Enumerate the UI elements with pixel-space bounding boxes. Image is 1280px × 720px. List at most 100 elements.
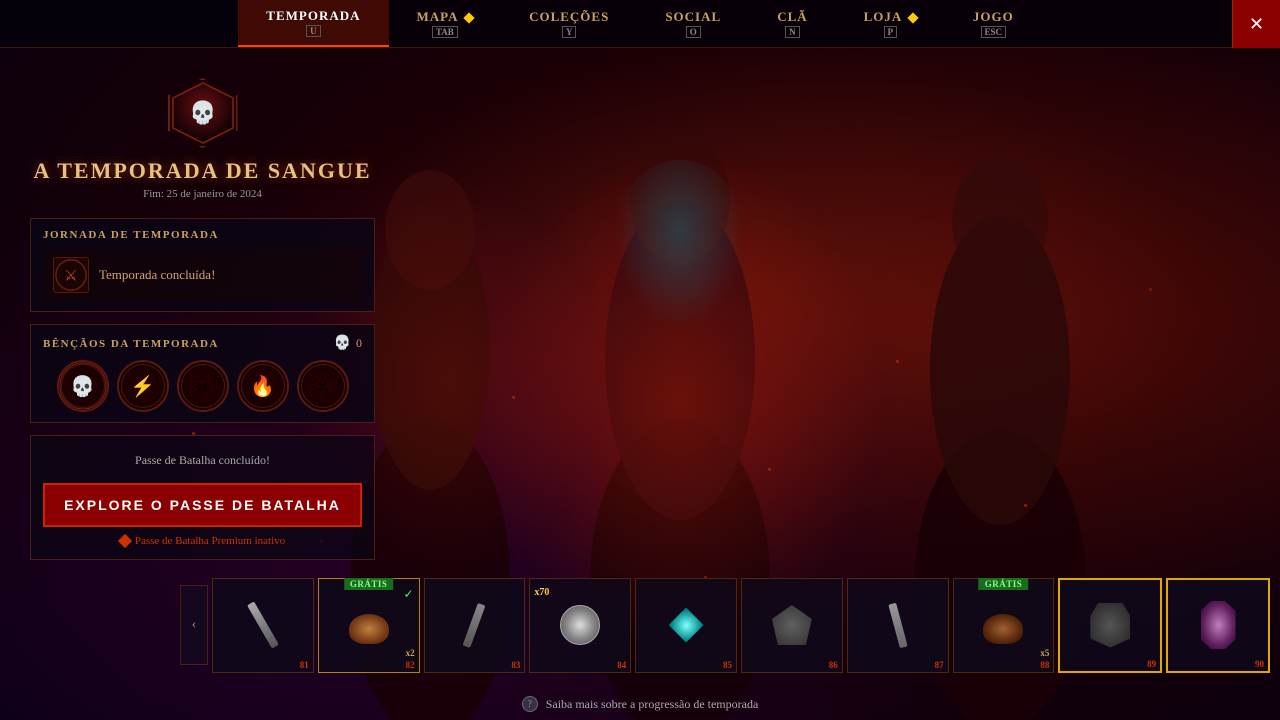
reward-multiplier-84: x70 [534,587,549,598]
nav-colecoes[interactable]: COLEÇÕES Y [501,0,637,47]
info-text: Saiba mais sobre a progressão de tempora… [546,697,759,712]
nav-loja-key: P [884,26,898,38]
reward-item-90[interactable]: 90 [1166,578,1270,673]
nav-mapa[interactable]: MAPA TAB [389,0,502,47]
blessing-item-4[interactable]: 🔥 [237,360,289,412]
reward-num-84: 84 [617,660,626,670]
info-bar: ? Saiba mais sobre a progressão de tempo… [0,696,1280,712]
nav-jogo-key: ESC [981,26,1007,38]
pile-icon [349,614,389,644]
reward-image-89 [1083,598,1138,653]
season-header: 💀 A TEMPORADA DE SANGUE Fim: 25 de janei… [30,78,375,200]
season-emblem: 💀 [168,78,238,148]
blessings-section-title: BÊNÇÃOS DA TEMPORADA [43,338,219,350]
blessings-count: 💀 0 [334,335,362,352]
orb-icon [560,605,600,645]
reward-num-81: 81 [300,660,309,670]
blessing-icon-4: 🔥 [250,374,275,399]
blessings-grid: 💀 ⚡ ☠ 🔥 ⚔ [43,360,362,412]
reward-item-82[interactable]: GRÁTIS ✓ x2 82 [318,578,420,673]
nav-mapa-label: MAPA [417,9,474,25]
season-end-date: Fim: 25 de janeiro de 2024 [30,188,375,200]
info-icon: ? [522,696,538,712]
costume-icon [1201,601,1236,649]
reward-multiplier-82: x2 [406,648,415,658]
nav-jogo-label: JOGO [973,9,1014,25]
explore-battlepass-button[interactable]: EXPLORE O PASSE DE BATALHA [43,483,362,527]
svg-text:💀: 💀 [189,100,216,125]
reward-item-84[interactable]: x70 84 [529,578,631,673]
reward-num-82: 82 [406,660,415,670]
blessing-icon-5: ⚔ [314,374,332,399]
reward-label-88: GRÁTIS [979,578,1029,590]
season-title: A TEMPORADA DE SANGUE [30,158,375,184]
emblem-shape: 💀 [168,78,238,148]
reward-item-88[interactable]: GRÁTIS x5 88 [953,578,1055,673]
reward-bar: ‹ 81 GRÁTIS ✓ x2 82 83 x70 84 [180,570,1270,680]
reward-image-87 [870,598,925,653]
nav-colecoes-label: COLEÇÕES [529,9,609,25]
reward-num-89: 89 [1147,659,1156,669]
diamond-icon [118,534,132,548]
reward-item-89[interactable]: 89 [1058,578,1162,673]
premium-inactive-notice: Passe de Batalha Premium inativo [43,535,362,547]
nav-cla[interactable]: CLÃ N [749,0,835,47]
nav-temporada[interactable]: TEMPORADA U [238,0,388,47]
nav-loja-label: LOJA [864,9,917,25]
reward-label-82: GRÁTIS [344,578,394,590]
top-navigation: TEMPORADA U MAPA TAB COLEÇÕES Y SOCIAL O… [0,0,1280,48]
journey-status-text: Temporada concluída! [99,267,215,283]
blessings-count-value: 0 [356,336,362,351]
reward-num-85: 85 [723,660,732,670]
sword-icon [247,601,279,648]
nav-temporada-label: TEMPORADA [266,8,360,24]
battlepass-section: Passe de Batalha concluído! EXPLORE O PA… [30,435,375,560]
reward-item-87[interactable]: 87 [847,578,949,673]
nav-social-label: SOCIAL [665,9,721,25]
reward-item-81[interactable]: 81 [212,578,314,673]
reward-image-84 [553,598,608,653]
reward-image-85 [659,598,714,653]
nav-social[interactable]: SOCIAL O [637,0,749,47]
nav-colecoes-key: Y [562,26,577,38]
blessings-header: BÊNÇÃOS DA TEMPORADA 💀 0 [43,335,362,352]
blessing-item-3[interactable]: ☠ [177,360,229,412]
reward-item-85[interactable]: 85 [635,578,737,673]
blessing-item-2[interactable]: ⚡ [117,360,169,412]
reward-image-88 [976,602,1031,657]
reward-item-83[interactable]: 83 [424,578,526,673]
reward-num-88: 88 [1040,660,1049,670]
close-button[interactable]: ✕ [1232,0,1280,48]
blessing-icon-2: ⚡ [130,374,155,399]
premium-inactive-text: Passe de Batalha Premium inativo [135,535,285,547]
battlepass-completed-text: Passe de Batalha concluído! [43,448,362,473]
journey-icon: ⚔ [53,257,89,293]
reward-num-87: 87 [935,660,944,670]
nav-loja[interactable]: LOJA P [836,0,945,47]
loja-gem-icon [907,12,918,23]
reward-num-90: 90 [1255,659,1264,669]
blessing-item-5[interactable]: ⚔ [297,360,349,412]
nav-cla-label: CLÃ [777,9,807,25]
scroll-left-button[interactable]: ‹ [180,585,208,665]
reward-num-83: 83 [511,660,520,670]
blessing-icon-3: ☠ [194,374,212,399]
reward-image-81 [235,598,290,653]
close-icon: ✕ [1249,14,1264,35]
blessings-section: BÊNÇÃOS DA TEMPORADA 💀 0 💀 ⚡ ☠ 🔥 [30,324,375,423]
armor-icon [1090,603,1130,648]
pile2-icon [983,614,1023,644]
journey-section-title: JORNADA DE TEMPORADA [43,229,362,241]
reward-image-90 [1191,598,1246,653]
reward-image-82 [341,602,396,657]
nav-jogo[interactable]: JOGO ESC [945,0,1042,47]
reward-image-86 [764,598,819,653]
svg-text:⚔: ⚔ [64,269,78,285]
blessing-item-1[interactable]: 💀 [57,360,109,412]
reward-item-86[interactable]: 86 [741,578,843,673]
nav-social-key: O [686,26,701,38]
scythe-icon [463,602,486,647]
nav-cla-key: N [785,26,800,38]
glyph-icon [669,608,704,643]
journey-content: ⚔ Temporada concluída! [43,249,362,301]
